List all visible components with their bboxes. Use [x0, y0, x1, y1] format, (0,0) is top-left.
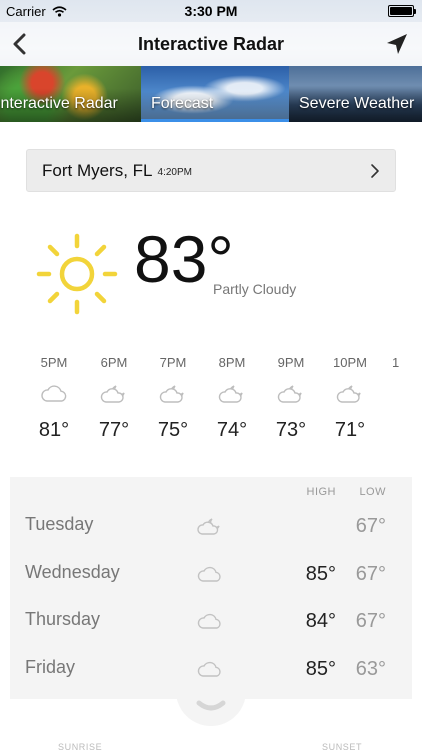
wifi-icon: [52, 5, 67, 17]
daily-row[interactable]: Tuesday 67°: [10, 500, 412, 547]
day-high: 85°: [305, 658, 336, 680]
chevron-right-icon: [371, 163, 379, 178]
day-high: 84°: [305, 610, 336, 632]
nav-title: Interactive Radar: [137, 33, 285, 54]
day-name: Thursday: [25, 609, 101, 629]
location-arrow-icon: [387, 34, 407, 54]
current-condition: Partly Cloudy: [213, 281, 297, 297]
hourly-item: 5PM 81°: [24, 355, 84, 442]
daily-row[interactable]: Friday 85° 63°: [10, 643, 412, 690]
day-high: 85°: [305, 563, 336, 585]
day-low: 67°: [355, 610, 386, 632]
cloud-icon: [197, 613, 221, 629]
carrier-label: Carrier: [6, 3, 46, 19]
partly-cloudy-night-icon: [159, 385, 184, 403]
day-name: Wednesday: [25, 562, 120, 582]
hourly-item: 7PM 75°: [143, 355, 203, 442]
tab-label: Severe Weather: [299, 95, 415, 112]
hourly-item: 6PM 77°: [84, 355, 144, 442]
daily-forecast: HIGH LOW Tuesday 67° Wednesday 85° 67° T…: [10, 477, 412, 699]
tab-severe-weather[interactable]: Severe Weather: [289, 66, 422, 122]
radar-thumbnail: [0, 66, 141, 122]
hour-time: 8PM: [218, 355, 246, 370]
tab-label: Interactive Radar: [0, 95, 118, 112]
tab-label: Forecast: [151, 95, 214, 112]
cloud-icon: [197, 661, 221, 677]
hour-time: 9PM: [277, 355, 305, 370]
battery-icon: [388, 5, 416, 17]
severe-weather-thumbnail: [289, 66, 422, 122]
nav-bar: Interactive Radar: [0, 22, 422, 66]
day-low: 63°: [355, 658, 386, 680]
partly-cloudy-night-icon: [197, 518, 220, 535]
hourly-item: 10PM 71°: [320, 355, 380, 442]
day-low: 67°: [355, 563, 386, 585]
back-button[interactable]: [6, 30, 32, 58]
tab-interactive-radar[interactable]: Interactive Radar: [0, 66, 141, 122]
location-time: 4:20PM: [157, 166, 192, 178]
hour-temp: 71°: [334, 419, 366, 441]
tab-forecast[interactable]: Forecast: [141, 66, 289, 122]
hourly-item-partial: 1: [392, 355, 412, 370]
chevron-left-icon: [13, 33, 26, 55]
hourly-forecast[interactable]: 5PM 81° 6PM 77° 7PM 75° 8PM 74° 9PM 73° …: [0, 355, 422, 455]
location-selector[interactable]: Fort Myers, FL 4:20PM: [26, 149, 396, 192]
location-city: Fort Myers, FL: [42, 160, 153, 180]
sun-icon: [36, 233, 118, 315]
tab-bar: Interactive Radar Forecast Severe Weathe…: [0, 66, 422, 122]
hour-temp: 74°: [216, 419, 248, 441]
sunset-label: SUNSET: [322, 742, 363, 750]
forecast-thumbnail: [141, 66, 289, 122]
location-button[interactable]: [384, 31, 410, 57]
expand-handle[interactable]: [176, 690, 246, 726]
cloud-icon: [197, 566, 221, 582]
status-bar: Carrier 3:30 PM: [0, 0, 422, 22]
high-column-header: HIGH: [306, 486, 336, 498]
cloud-icon: [41, 385, 67, 402]
hour-time: 5PM: [40, 355, 68, 370]
day-name: Tuesday: [25, 514, 94, 534]
daily-row[interactable]: Thursday 84° 67°: [10, 595, 412, 642]
tab-selected-indicator: [141, 119, 289, 122]
hour-time: 10PM: [333, 355, 367, 370]
partly-cloudy-night-icon: [100, 385, 125, 403]
partly-cloudy-night-icon: [277, 385, 302, 403]
day-low: 67°: [355, 515, 386, 537]
hour-temp: 81°: [38, 419, 70, 441]
hour-temp: 77°: [98, 419, 130, 441]
hourly-item: 9PM 73°: [261, 355, 321, 442]
hour-temp: 73°: [275, 419, 307, 441]
hour-time: 6PM: [100, 355, 128, 370]
hour-time: 7PM: [159, 355, 187, 370]
chevron-down-icon: [196, 700, 226, 711]
sunrise-label: SUNRISE: [58, 742, 103, 750]
hourly-item: 8PM 74°: [202, 355, 262, 442]
partly-cloudy-night-icon: [336, 385, 361, 403]
day-name: Friday: [25, 657, 76, 677]
hour-temp: 75°: [157, 419, 189, 441]
partly-cloudy-night-icon: [218, 385, 243, 403]
daily-row[interactable]: Wednesday 85° 67°: [10, 548, 412, 595]
low-column-header: LOW: [359, 486, 386, 498]
hour-time: 1: [392, 355, 400, 370]
